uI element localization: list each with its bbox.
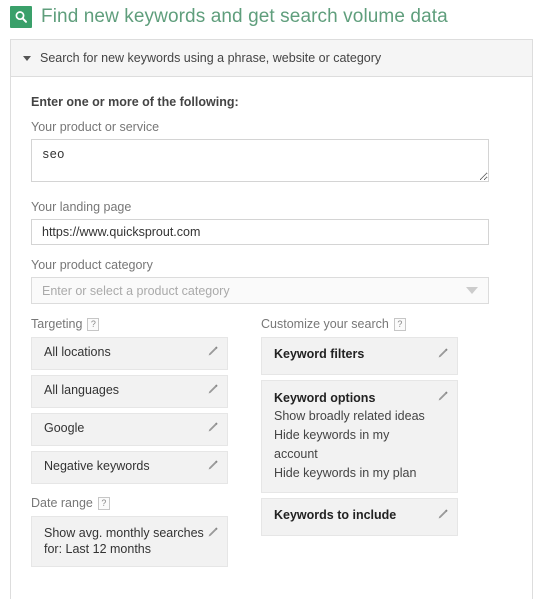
date-range-line2: for: Last 12 months [44,542,152,556]
targeting-row-label: Negative keywords [44,459,150,473]
targeting-label-text: Targeting [31,317,83,331]
targeting-row-negative-keywords[interactable]: Negative keywords [31,451,228,484]
search-panel: Search for new keywords using a phrase, … [10,39,533,599]
keyword-filters-title: Keyword filters [274,347,365,361]
targeting-row-languages[interactable]: All languages [31,375,228,408]
field-product-or-service: Your product or service [31,120,512,187]
form-heading: Enter one or more of the following: [31,95,239,109]
keyword-options-row[interactable]: Keyword options Show broadly related ide… [261,380,458,493]
search-icon [10,6,32,28]
targeting-row-label: Google [44,421,85,435]
pencil-icon[interactable] [206,345,219,363]
chevron-down-icon[interactable] [23,55,31,61]
date-range-row[interactable]: Show avg. monthly searches for: Last 12 … [31,516,228,567]
date-range-label: Date range ? [31,496,228,510]
keyword-option-item: Hide keywords in my account [274,428,390,461]
date-range-line1: Show avg. monthly searches [44,526,204,540]
help-icon[interactable]: ? [97,496,110,510]
keyword-options-title: Keyword options [274,391,376,405]
panel-header[interactable]: Search for new keywords using a phrase, … [11,40,532,77]
date-range-label-text: Date range [31,496,93,510]
customize-label: Customize your search ? [261,317,458,331]
page-title-row: Find new keywords and get search volume … [10,6,448,28]
product-category-label: Your product category [31,258,153,272]
targeting-row-locations[interactable]: All locations [31,337,228,370]
targeting-row-search-network[interactable]: Google [31,413,228,446]
keyword-option-item: Show broadly related ideas [274,409,425,423]
targeting-column: Targeting ? All locations All languages [31,317,228,572]
keywords-to-include-title: Keywords to include [274,508,397,522]
targeting-row-label: All languages [44,383,120,397]
page-title: Find new keywords and get search volume … [41,6,448,27]
product-or-service-label: Your product or service [31,120,160,134]
keyword-options-content: Keyword options Show broadly related ide… [274,389,436,483]
field-product-category: Your product category Enter or select a … [31,258,512,304]
keyword-filters-row[interactable]: Keyword filters [261,337,458,375]
date-range-value: Show avg. monthly searches for: Last 12 … [44,525,204,557]
product-or-service-input[interactable] [31,139,489,182]
panel-header-label: Search for new keywords using a phrase, … [40,51,382,65]
settings-columns: Targeting ? All locations All languages [31,317,512,572]
targeting-label: Targeting ? [31,317,228,331]
landing-page-label: Your landing page [31,200,132,214]
keyword-option-item: Hide keywords in my plan [274,466,417,480]
field-landing-page: Your landing page https://www.quicksprou… [31,200,512,245]
keywords-to-include-row[interactable]: Keywords to include [261,498,458,536]
pencil-icon[interactable] [206,383,219,401]
landing-page-value: https://www.quicksprout.com [42,225,201,239]
product-category-select[interactable]: Enter or select a product category [31,277,489,304]
landing-page-input[interactable]: https://www.quicksprout.com [31,219,489,245]
customize-column: Customize your search ? Keyword filters … [261,317,458,572]
targeting-row-label: All locations [44,345,111,359]
pencil-icon[interactable] [436,390,449,408]
panel-body: Enter one or more of the following: Your… [11,77,532,572]
help-icon[interactable]: ? [393,317,406,331]
pencil-icon[interactable] [206,526,219,544]
date-range-section: Date range ? Show avg. monthly searches … [31,496,228,567]
customize-label-text: Customize your search [261,317,389,331]
help-icon[interactable]: ? [87,317,100,331]
pencil-icon[interactable] [206,421,219,439]
product-category-placeholder: Enter or select a product category [42,283,230,298]
chevron-down-icon[interactable] [466,287,478,294]
pencil-icon[interactable] [436,508,449,526]
pencil-icon[interactable] [436,347,449,365]
pencil-icon[interactable] [206,459,219,477]
